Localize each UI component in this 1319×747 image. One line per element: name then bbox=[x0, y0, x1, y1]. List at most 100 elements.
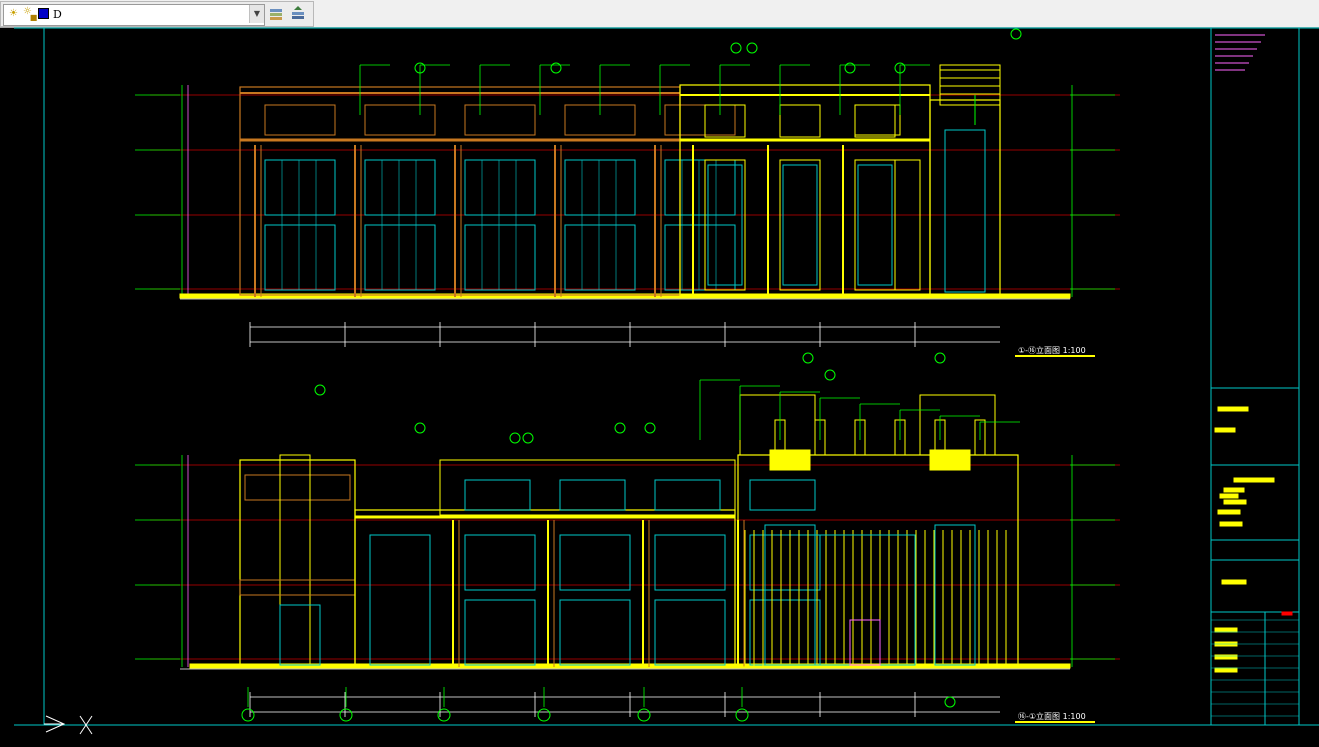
tower-ornament bbox=[929, 449, 971, 471]
axis-bubble bbox=[844, 62, 856, 74]
window-frame bbox=[654, 599, 726, 666]
title-block-mark bbox=[1217, 406, 1249, 412]
axis-bubble bbox=[637, 708, 651, 722]
color-swatch-icon[interactable] bbox=[38, 8, 49, 19]
upper-window bbox=[559, 479, 626, 511]
title-block-red bbox=[1281, 611, 1293, 616]
title-block-mark bbox=[1223, 487, 1245, 493]
upper-window bbox=[364, 104, 436, 136]
layer-properties-icon[interactable] bbox=[267, 5, 285, 23]
upper-window bbox=[664, 104, 736, 136]
title-block-mark bbox=[1219, 521, 1243, 527]
layer-previous-icon[interactable] bbox=[289, 5, 307, 23]
upper-window bbox=[264, 104, 336, 136]
current-layer-name: D bbox=[53, 8, 62, 21]
tower-top bbox=[939, 64, 1001, 106]
axis-bubble bbox=[802, 352, 814, 364]
chevron-down-icon[interactable]: ▼ bbox=[249, 5, 264, 23]
axis-bubble bbox=[934, 352, 946, 364]
center-glass bbox=[814, 534, 916, 666]
axis-bubble bbox=[944, 696, 956, 708]
lower-title: ⑯-①立面图 1:100 bbox=[1018, 711, 1086, 721]
tower-ornament bbox=[769, 449, 811, 471]
axis-bubble bbox=[735, 708, 749, 722]
tower-left-top bbox=[739, 394, 816, 456]
window-frame bbox=[664, 159, 736, 216]
left-column bbox=[279, 454, 311, 668]
window-frame bbox=[559, 534, 631, 591]
upper-window bbox=[464, 479, 531, 511]
tower-right-top bbox=[919, 394, 996, 456]
tower-glass bbox=[934, 524, 976, 666]
title-block-mark bbox=[1217, 509, 1241, 515]
upper-window bbox=[854, 104, 896, 138]
center-door bbox=[849, 619, 881, 666]
window-frame bbox=[749, 534, 821, 591]
layer-toolbar: ☀ ☼ ■ D ▼ bbox=[0, 0, 1319, 28]
window-frame bbox=[654, 534, 726, 591]
title-block-mark bbox=[1214, 654, 1238, 660]
axis-bubble bbox=[339, 708, 353, 722]
middle-upper bbox=[439, 459, 736, 516]
upper-window bbox=[464, 104, 536, 136]
window-frame bbox=[749, 599, 821, 666]
window-frame bbox=[854, 159, 896, 291]
layer-control-group: ☀ ☼ ■ D ▼ bbox=[0, 1, 314, 27]
window-frame bbox=[779, 159, 821, 291]
upper-window bbox=[854, 104, 901, 136]
layer-dropdown[interactable]: ☀ ☼ ■ D ▼ bbox=[3, 4, 265, 26]
upper-window bbox=[779, 104, 821, 138]
window-frame bbox=[664, 224, 736, 291]
window-frame bbox=[464, 599, 536, 666]
building-left bbox=[239, 86, 681, 296]
window-frame bbox=[854, 159, 921, 291]
axis-bubble bbox=[509, 432, 521, 444]
window-frame bbox=[264, 159, 336, 216]
axis-bubble bbox=[746, 42, 758, 54]
axis-bubble bbox=[241, 708, 255, 722]
axis-bubble bbox=[1010, 28, 1022, 40]
upper-title: ①-⑯立面图 1:100 bbox=[1018, 345, 1086, 355]
window-frame bbox=[464, 159, 536, 216]
building-left bbox=[239, 459, 356, 668]
window-frame bbox=[464, 224, 536, 291]
window-frame bbox=[464, 534, 536, 591]
axis-bubble bbox=[414, 422, 426, 434]
window-frame bbox=[369, 534, 431, 666]
drawing-canvas[interactable]: ①-⑯立面图 1:100 ⑯-①立面图 1:100 bbox=[0, 27, 1319, 747]
left-upper-band bbox=[244, 474, 351, 501]
axis-bubble bbox=[537, 708, 551, 722]
upper-window bbox=[654, 479, 721, 511]
building-middle bbox=[354, 509, 736, 668]
upper-window bbox=[704, 104, 746, 138]
title-block-mark bbox=[1221, 579, 1247, 585]
window-glass bbox=[857, 164, 893, 286]
left-door bbox=[279, 604, 321, 666]
window-frame bbox=[264, 224, 336, 291]
title-block-mark bbox=[1219, 493, 1239, 499]
title-block-mark bbox=[1214, 427, 1236, 433]
window-frame bbox=[564, 159, 636, 216]
axis-bubble bbox=[522, 432, 534, 444]
window-frame bbox=[564, 224, 636, 291]
window-glass bbox=[782, 164, 818, 286]
lightbulb-icon[interactable]: ☀ bbox=[8, 8, 19, 19]
window-frame bbox=[364, 224, 436, 291]
left-band bbox=[239, 579, 356, 596]
window-frame bbox=[364, 159, 436, 216]
axis-bubble bbox=[824, 369, 836, 381]
axis-bubble bbox=[550, 62, 562, 74]
title-block-mark bbox=[1214, 667, 1238, 673]
title-block-mark bbox=[1223, 499, 1247, 505]
axis-bubble bbox=[614, 422, 626, 434]
upper-window bbox=[749, 479, 816, 511]
axis-bubble bbox=[730, 42, 742, 54]
axis-bubble bbox=[644, 422, 656, 434]
cad-drawing: ①-⑯立面图 1:100 ⑯-①立面图 1:100 bbox=[14, 27, 1319, 735]
title-block-mark bbox=[1214, 627, 1238, 633]
window-frame bbox=[559, 599, 631, 666]
building-right bbox=[737, 454, 1019, 668]
title-block-mark bbox=[1233, 477, 1275, 483]
axis-bubble bbox=[314, 384, 326, 396]
tower-glass bbox=[944, 129, 986, 293]
